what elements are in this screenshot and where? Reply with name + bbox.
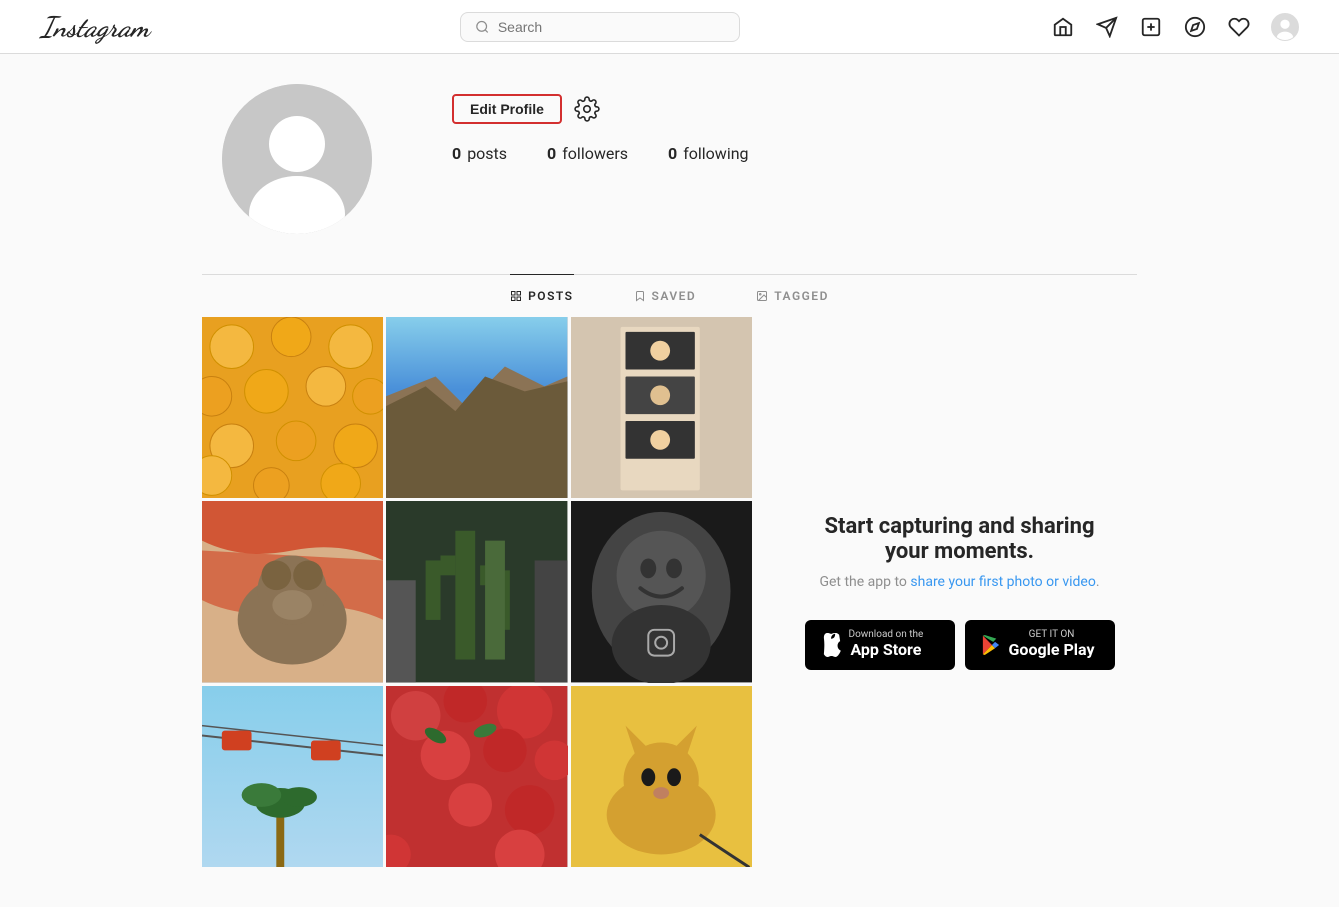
cta-title: Start capturing and sharing your moments…	[802, 514, 1117, 564]
add-icon[interactable]	[1139, 15, 1163, 39]
followers-stat[interactable]: 0 followers	[547, 144, 628, 163]
posts-count: 0	[452, 144, 461, 163]
tabs-container: POSTS SAVED TAGGED	[202, 274, 1137, 317]
google-play-icon	[981, 634, 1001, 656]
apple-icon	[821, 633, 841, 657]
photo-grid-section	[202, 317, 752, 867]
profile-stats: 0 posts 0 followers 0 following	[452, 144, 1117, 163]
grid-item[interactable]	[571, 317, 752, 498]
grid-item[interactable]	[386, 317, 567, 498]
navbar: Instagram	[0, 0, 1339, 54]
tab-saved[interactable]: SAVED	[634, 274, 697, 317]
app-store-button[interactable]: Download on the App Store	[805, 620, 955, 669]
home-icon[interactable]	[1051, 15, 1075, 39]
grid-item[interactable]	[202, 317, 383, 498]
app-buttons: Download on the App Store GET IT ON Goog…	[805, 620, 1115, 669]
grid-item[interactable]	[202, 501, 383, 682]
google-play-button[interactable]: GET IT ON Google Play	[965, 620, 1115, 669]
profile-info: Edit Profile 0 posts 0 followers 0 follo…	[452, 84, 1117, 163]
profile-section: Edit Profile 0 posts 0 followers 0 follo…	[202, 54, 1137, 254]
grid-item[interactable]	[571, 686, 752, 867]
grid-item[interactable]	[571, 501, 752, 682]
search-icon	[475, 19, 490, 35]
edit-profile-button[interactable]: Edit Profile	[452, 94, 562, 124]
cta-subtitle: Get the app to share your first photo or…	[819, 574, 1099, 590]
profile-actions: Edit Profile	[452, 94, 1117, 124]
followers-label: followers	[562, 144, 628, 163]
photo-grid	[202, 317, 752, 867]
heart-icon[interactable]	[1227, 15, 1251, 39]
grid-item[interactable]	[202, 686, 383, 867]
followers-count: 0	[547, 144, 556, 163]
cta-section: Start capturing and sharing your moments…	[782, 317, 1137, 867]
posts-stat[interactable]: 0 posts	[452, 144, 507, 163]
instagram-logo: Instagram	[40, 10, 150, 44]
explore-icon[interactable]	[1183, 15, 1207, 39]
grid-item[interactable]	[386, 501, 567, 682]
gear-icon	[574, 96, 600, 122]
following-count: 0	[668, 144, 677, 163]
bookmark-icon	[634, 290, 646, 302]
search-input[interactable]	[498, 19, 725, 35]
content-area: Start capturing and sharing your moments…	[202, 317, 1137, 907]
app-store-large-text: App Store	[849, 640, 924, 659]
cta-link[interactable]: share your first photo or video	[910, 574, 1095, 590]
following-label: following	[683, 144, 748, 163]
following-stat[interactable]: 0 following	[668, 144, 749, 163]
profile-avatar	[222, 84, 372, 234]
google-play-small-text: GET IT ON	[1009, 630, 1095, 640]
settings-icon-button[interactable]	[574, 96, 600, 122]
person-tag-icon	[756, 290, 768, 302]
google-play-large-text: Google Play	[1009, 640, 1095, 659]
tab-posts[interactable]: POSTS	[510, 274, 573, 317]
tab-saved-label: SAVED	[652, 289, 697, 303]
profile-tabs: POSTS SAVED TAGGED	[202, 275, 1137, 317]
send-icon[interactable]	[1095, 15, 1119, 39]
app-store-small-text: Download on the	[849, 630, 924, 640]
grid-icon	[510, 290, 522, 302]
tab-tagged-label: TAGGED	[774, 289, 829, 303]
grid-item[interactable]	[386, 686, 567, 867]
tab-tagged[interactable]: TAGGED	[756, 274, 829, 317]
user-avatar-icon[interactable]	[1271, 13, 1299, 41]
profile-avatar-wrapper	[222, 84, 372, 234]
posts-label: posts	[467, 144, 507, 163]
navbar-icons	[1051, 13, 1299, 41]
tab-posts-label: POSTS	[528, 289, 573, 303]
search-bar[interactable]	[460, 12, 740, 42]
